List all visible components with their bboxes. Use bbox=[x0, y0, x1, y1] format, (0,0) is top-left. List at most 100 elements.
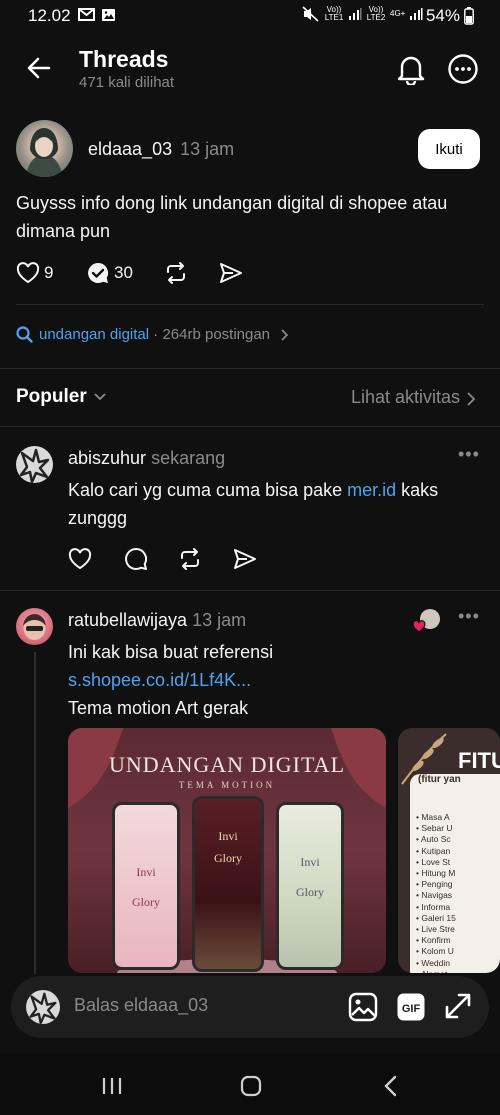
gif-icon[interactable]: GIF bbox=[396, 992, 426, 1022]
reply-link[interactable]: mer.id bbox=[347, 480, 396, 500]
repost-icon[interactable] bbox=[164, 261, 188, 285]
reply-more-button[interactable]: ••• bbox=[458, 444, 480, 465]
reply-username[interactable]: abiszuhur bbox=[68, 448, 146, 468]
card-subtitle: TEMA MOTION bbox=[178, 780, 276, 790]
phone-name-2: Glory bbox=[132, 895, 160, 909]
feature-list-item: • Kutipan bbox=[416, 845, 451, 856]
share-icon[interactable] bbox=[233, 548, 257, 570]
feature-list-item: • Masa A bbox=[416, 812, 450, 822]
home-icon[interactable] bbox=[240, 1075, 262, 1097]
view-activity-link[interactable]: Lihat aktivitas bbox=[351, 387, 460, 408]
reply-icon[interactable] bbox=[86, 261, 110, 285]
more-options-icon[interactable] bbox=[448, 54, 478, 84]
media-image-card[interactable]: FITU (fitur yan • Masa A • Sebar U • Auto … bbox=[398, 728, 500, 973]
status-bar: 12.02 Vo)) LTE1 Vo)) LTE2 4G+ 54% bbox=[0, 0, 500, 34]
battery-indicator: 54% bbox=[426, 6, 474, 26]
divider bbox=[0, 368, 500, 369]
network-type: 4G+ bbox=[390, 9, 406, 18]
follow-button[interactable]: Ikuti bbox=[418, 129, 480, 169]
like-count: 9 bbox=[44, 263, 54, 282]
feature-list-item: • Alamat bbox=[416, 969, 456, 973]
feature-list-item: • Kolom U bbox=[416, 946, 454, 957]
repost-icon[interactable] bbox=[178, 547, 202, 571]
reply-author[interactable]: abiszuhur sekarang bbox=[68, 448, 225, 469]
view-count: 471 kali dilihat bbox=[79, 74, 175, 91]
notification-icons bbox=[78, 8, 116, 22]
feature-panel: (fitur yan • Masa A • Sebar U • Auto Sc • K… bbox=[410, 774, 500, 973]
back-arrow-icon[interactable] bbox=[26, 55, 52, 81]
avatar-portrait bbox=[26, 128, 63, 177]
system-icons: Vo)) LTE1 Vo)) LTE2 4G+ bbox=[302, 6, 423, 22]
bell-icon[interactable] bbox=[396, 53, 426, 85]
gallery-icon bbox=[102, 9, 115, 21]
reply-input[interactable]: Balas eldaaa_03 bbox=[74, 995, 208, 1016]
recent-apps-icon[interactable] bbox=[101, 1076, 123, 1096]
feature-list-item: • Live Stre bbox=[416, 924, 455, 935]
feature-list-item: • Konfirm bbox=[416, 935, 451, 946]
feature-list-item: • Galeri 15 bbox=[416, 912, 456, 923]
avatar-portrait bbox=[23, 614, 46, 640]
battery-icon bbox=[464, 7, 474, 25]
card-subtitle: (fitur yan bbox=[418, 774, 461, 785]
sort-dropdown[interactable]: Populer bbox=[16, 386, 107, 408]
topic-tag[interactable]: undangan digital bbox=[39, 326, 149, 343]
feature-list-item: • Penging bbox=[416, 879, 453, 890]
card-title: FITU bbox=[458, 748, 500, 773]
reply-time: sekarang bbox=[151, 448, 226, 468]
media-image-card[interactable]: UNDANGAN DIGITAL TEMA MOTION Invi Glory … bbox=[68, 728, 386, 973]
shopee-link[interactable]: s.shopee.co.id/1Lf4K... bbox=[68, 666, 251, 694]
feature-list: • Masa A • Sebar U • Auto Sc • Kutipan • Lov… bbox=[416, 812, 456, 973]
phone-mockup: Invi Glory bbox=[192, 796, 264, 972]
reply-username[interactable]: ratubellawijaya bbox=[68, 610, 187, 630]
post-author[interactable]: eldaaa_03 13 jam bbox=[88, 139, 234, 160]
post-time: 13 jam bbox=[180, 139, 235, 159]
feature-list-item: • Auto Sc bbox=[416, 834, 451, 845]
post-username[interactable]: eldaaa_03 bbox=[88, 139, 172, 159]
chevron-right-icon bbox=[467, 392, 476, 406]
divider bbox=[0, 426, 500, 427]
feature-list-item: • Informa bbox=[416, 901, 451, 912]
sort-label: Populer bbox=[16, 386, 87, 407]
signal-icon-1 bbox=[349, 8, 362, 20]
feature-list-item: • Navigas bbox=[416, 890, 453, 901]
network-label-2: Vo)) LTE2 bbox=[366, 5, 386, 22]
avatar[interactable] bbox=[16, 608, 53, 645]
heart-icon bbox=[412, 620, 426, 633]
mute-icon bbox=[302, 6, 319, 22]
feature-list-item: • Hitung M bbox=[416, 868, 456, 879]
divider bbox=[0, 590, 500, 591]
reply-text: Kalo cari yg cuma cuma bisa pake mer.id … bbox=[68, 480, 439, 528]
image-icon[interactable] bbox=[348, 992, 378, 1022]
search-icon bbox=[16, 326, 33, 343]
signal-icon-2 bbox=[410, 8, 423, 20]
avatar[interactable] bbox=[16, 120, 73, 177]
reply-count: 30 bbox=[114, 263, 133, 282]
reply-composer[interactable]: Balas eldaaa_03 GIF bbox=[11, 976, 489, 1038]
system-nav-bar bbox=[0, 1053, 500, 1115]
feature-list-item: • Sebar U bbox=[416, 823, 453, 834]
comment-icon[interactable] bbox=[124, 547, 148, 571]
feature-list-item: • Weddin bbox=[416, 957, 451, 968]
chevron-down-icon bbox=[94, 393, 106, 401]
feature-list-item: • Love St bbox=[416, 856, 451, 867]
back-icon[interactable] bbox=[383, 1075, 399, 1097]
avatar[interactable] bbox=[16, 446, 53, 483]
card-title: UNDANGAN DIGITAL bbox=[108, 752, 346, 777]
topic-tag-row[interactable]: undangan digital · 264rb postingan bbox=[16, 326, 290, 343]
reply-more-button[interactable]: ••• bbox=[458, 606, 480, 627]
expand-icon[interactable] bbox=[443, 991, 473, 1021]
reply-author[interactable]: ratubellawijaya 13 jam bbox=[68, 610, 246, 631]
like-icon[interactable] bbox=[16, 262, 40, 284]
status-time: 12.02 bbox=[28, 6, 71, 25]
chevron-right-icon bbox=[281, 328, 289, 341]
share-icon[interactable] bbox=[219, 262, 243, 284]
thread-line bbox=[34, 652, 36, 974]
topic-post-count: · 264rb postingan bbox=[153, 326, 271, 343]
network-label-1: Vo)) LTE1 bbox=[324, 5, 344, 22]
like-icon[interactable] bbox=[68, 548, 92, 570]
avatar bbox=[26, 990, 60, 1024]
divider bbox=[16, 304, 484, 305]
avatar-star-graphic bbox=[29, 992, 57, 1024]
phone-mockup: Invi Glory bbox=[276, 802, 344, 970]
post-text: Guysss info dong link undangan digital d… bbox=[16, 193, 448, 241]
